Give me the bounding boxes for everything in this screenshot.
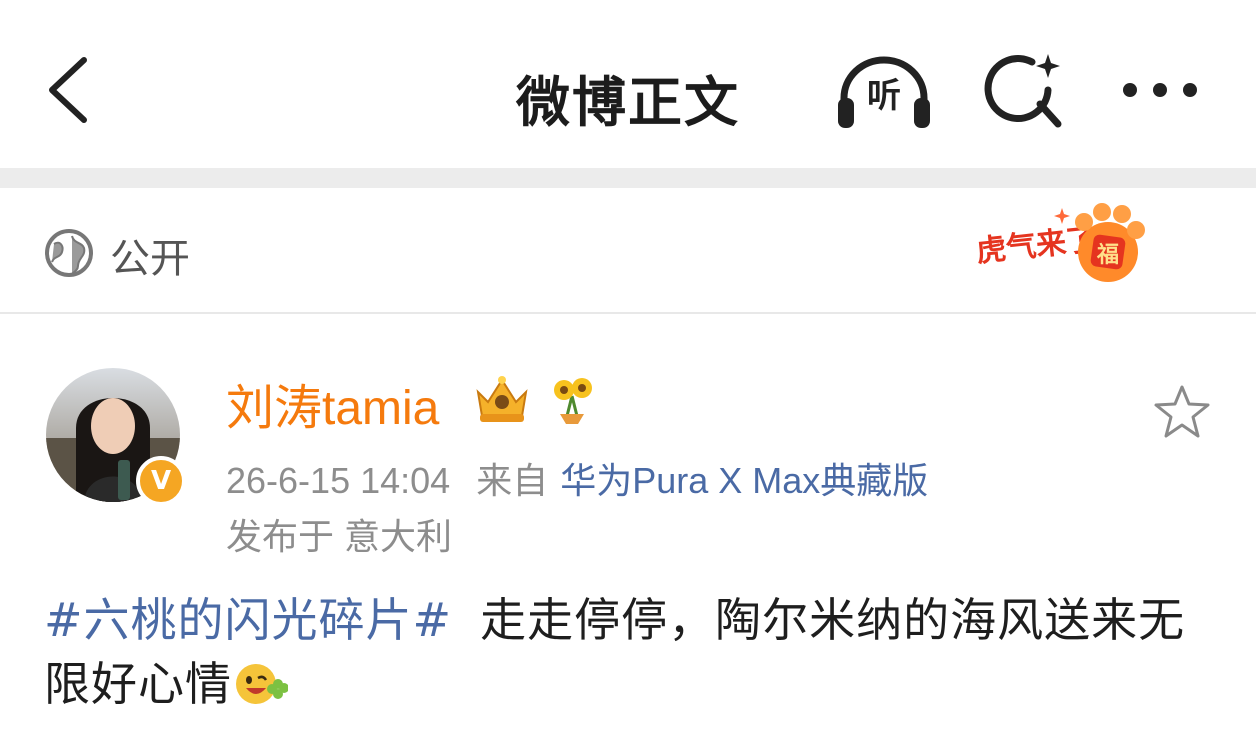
hashtag-link[interactable]: #六桃的闪光碎片# bbox=[44, 593, 452, 647]
post-body: #六桃的闪光碎片# 走走停停，陶尔米纳的海风送来无限好心情 bbox=[44, 588, 1214, 716]
top-nav-bar: 微博正文 听 bbox=[0, 0, 1256, 168]
more-options-icon[interactable] bbox=[1116, 70, 1204, 110]
section-divider bbox=[0, 168, 1256, 188]
listen-button[interactable]: 听 bbox=[832, 54, 936, 132]
weibo-post-page: 微博正文 听 公开 虎气来了 福 V 刘涛tamia 26-6-15 14:04… bbox=[0, 0, 1256, 734]
search-sparkle-icon[interactable] bbox=[982, 50, 1066, 132]
verified-badge: V bbox=[136, 456, 186, 506]
visibility-label: 公开 bbox=[110, 236, 190, 282]
source-label: 来自 bbox=[476, 460, 549, 501]
post-location: 发布于 意大利 bbox=[226, 516, 453, 557]
happy-clover-emoji-icon bbox=[236, 664, 288, 704]
badge-char: 福 bbox=[1096, 243, 1119, 268]
crown-badge-icon[interactable] bbox=[470, 372, 534, 426]
page-title: 微博正文 bbox=[516, 71, 740, 134]
favorite-star-icon[interactable] bbox=[1152, 384, 1212, 440]
globe-icon bbox=[45, 229, 93, 277]
listen-label: 听 bbox=[867, 76, 901, 116]
author-name[interactable]: 刘涛tamia bbox=[226, 368, 439, 438]
sunflower-bouquet-icon[interactable] bbox=[548, 374, 596, 424]
tiger-paw-badge-icon[interactable]: 虎气来了 福 bbox=[970, 194, 1154, 294]
post-meta: 26-6-15 14:04 来自 华为Pura X Max典藏版 bbox=[226, 452, 928, 504]
device-link[interactable]: 华为Pura X Max典藏版 bbox=[560, 460, 928, 501]
post-timestamp: 26-6-15 14:04 bbox=[226, 460, 451, 501]
visibility-row: 公开 虎气来了 福 bbox=[0, 188, 1256, 314]
